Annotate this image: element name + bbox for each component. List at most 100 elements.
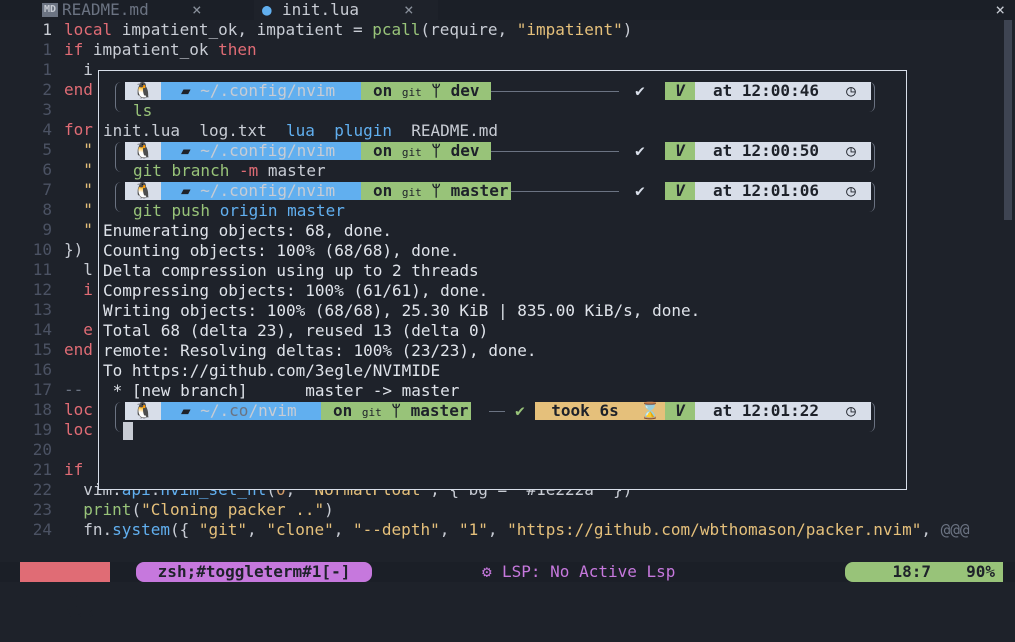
line-number: 7 [42, 180, 52, 199]
line-number: 17 [32, 380, 52, 399]
code-line[interactable]: loc [64, 400, 93, 420]
code-line[interactable]: " [64, 140, 93, 160]
linux-icon: 🐧 [125, 82, 161, 100]
terminal-line: remote: Resolving deltas: 100% (23/23), … [103, 341, 537, 360]
git-icon: git [401, 146, 422, 159]
scrollbar[interactable] [1004, 20, 1012, 220]
git-on: on [333, 401, 362, 420]
terminal-line: Total 68 (delta 23), reused 13 (delta 0) [103, 321, 489, 340]
terminal-line: git push origin master [133, 201, 345, 221]
lua-icon: ● [262, 0, 272, 19]
code-line[interactable]: print("Cloning packer ..") [64, 500, 334, 520]
terminal-line: Delta compression using up to 2 threads [103, 261, 479, 280]
code-token: "clone" [266, 520, 334, 539]
terminal-token: branch [171, 161, 239, 180]
check-icon: ✔ [625, 142, 655, 160]
close-all-icon[interactable]: × [995, 0, 1005, 20]
vim-icon: V [665, 142, 695, 160]
code-token: "https://github.com/wbthomason/packer.nv… [507, 520, 922, 539]
code-line[interactable]: " [64, 160, 93, 180]
prompt-separator [489, 91, 619, 92]
line-number: 4 [42, 120, 52, 139]
code-line[interactable]: i [64, 280, 93, 300]
code-line[interactable]: i [64, 60, 93, 80]
code-token: " [64, 220, 93, 239]
dir-path: ~/.config/nvim [200, 181, 336, 200]
git-on: on [373, 141, 402, 160]
code-token: e [64, 320, 93, 339]
terminal-token: push [171, 201, 220, 220]
branch-name: dev [450, 81, 480, 100]
line-number: 18 [32, 400, 52, 419]
code-token: " [64, 180, 93, 199]
terminal-float[interactable]: 🐧 ▰ ~/.config/nvim on git ᛘ dev ✔ Vat 12:00:… [98, 70, 907, 490]
line-number: 1 [42, 20, 52, 39]
vim-icon: V [665, 182, 695, 200]
line-number: 19 [32, 420, 52, 439]
git-segment: on git ᛘ master [321, 402, 471, 420]
mode-icon: ● [68, 582, 79, 601]
code-token: , [921, 520, 941, 539]
terminal-token: -m [238, 161, 268, 180]
code-token: , [497, 20, 517, 39]
code-line[interactable]: " [64, 180, 93, 200]
code-token: if [64, 460, 84, 479]
code-line[interactable]: end [64, 80, 93, 100]
folder-icon: ▰ [181, 401, 201, 420]
terminal-line: git branch -m master [133, 161, 326, 181]
branch-name: master [410, 401, 469, 420]
code-token: ( [131, 500, 142, 519]
terminal-token: README.md [411, 121, 498, 140]
clock-icon: ◷ [839, 402, 863, 420]
code-line[interactable]: local impatient_ok, impatient = pcall(re… [64, 20, 632, 40]
line-number: 14 [32, 320, 52, 339]
code-line[interactable]: if [64, 460, 83, 480]
code-line[interactable]: " [64, 220, 93, 240]
terminal-token: lua [286, 121, 335, 140]
code-token: ({ [169, 520, 199, 539]
code-line[interactable]: end [64, 340, 93, 360]
tab-readme[interactable]: MD README.md × [40, 0, 220, 20]
code-token: ) [324, 500, 334, 519]
code-token: "impatient" [516, 20, 623, 39]
line-number: 6 [42, 160, 52, 179]
git-on: on [373, 181, 402, 200]
code-token: system [112, 520, 170, 539]
code-token: " [64, 200, 93, 219]
terminal-token: master [287, 201, 345, 220]
markdown-icon: MD [42, 3, 59, 17]
code-token: i [64, 280, 93, 299]
code-line[interactable]: loc [64, 420, 93, 440]
code-token: if [64, 40, 93, 59]
git-segment: on git ᛘ dev [361, 142, 491, 160]
code-line[interactable]: }) [64, 240, 83, 260]
close-icon[interactable]: × [192, 0, 202, 20]
directory-segment: ▰ ~/.config/nvim [161, 182, 361, 200]
duration-segment: took 6s [535, 402, 635, 420]
code-line[interactable]: e [64, 320, 93, 340]
code-token: impatient_ok [92, 40, 219, 59]
line-number: 16 [32, 360, 52, 379]
code-line[interactable]: l [64, 260, 93, 280]
code-token: local [64, 20, 122, 39]
vim-icon: V [665, 82, 695, 100]
code-token: @@@ [940, 520, 970, 539]
dir-part: co [229, 401, 249, 420]
code-token: " [64, 140, 93, 159]
code-line[interactable]: if impatient_ok then [64, 40, 257, 60]
code-line[interactable]: " [64, 200, 93, 220]
close-icon[interactable]: × [404, 0, 414, 20]
terminal-line: Writing objects: 100% (68/68), 25.30 KiB… [103, 301, 701, 320]
code-line[interactable]: -- [64, 380, 83, 400]
terminal-token: master [267, 161, 326, 180]
check-icon: ✔ [505, 402, 535, 420]
line-number: 2 [42, 80, 52, 99]
tab-init-lua[interactable]: ● init.lua × [254, 0, 438, 20]
code-line[interactable]: fn.system({ "git", "clone", "--depth", "… [64, 520, 970, 540]
code-token: loc [64, 400, 93, 419]
code-line[interactable]: for [64, 120, 93, 140]
line-number: 23 [32, 500, 52, 519]
branch-icon: ᛘ [381, 401, 411, 420]
line-number: 5 [42, 140, 52, 159]
line-number: 20 [32, 440, 52, 459]
